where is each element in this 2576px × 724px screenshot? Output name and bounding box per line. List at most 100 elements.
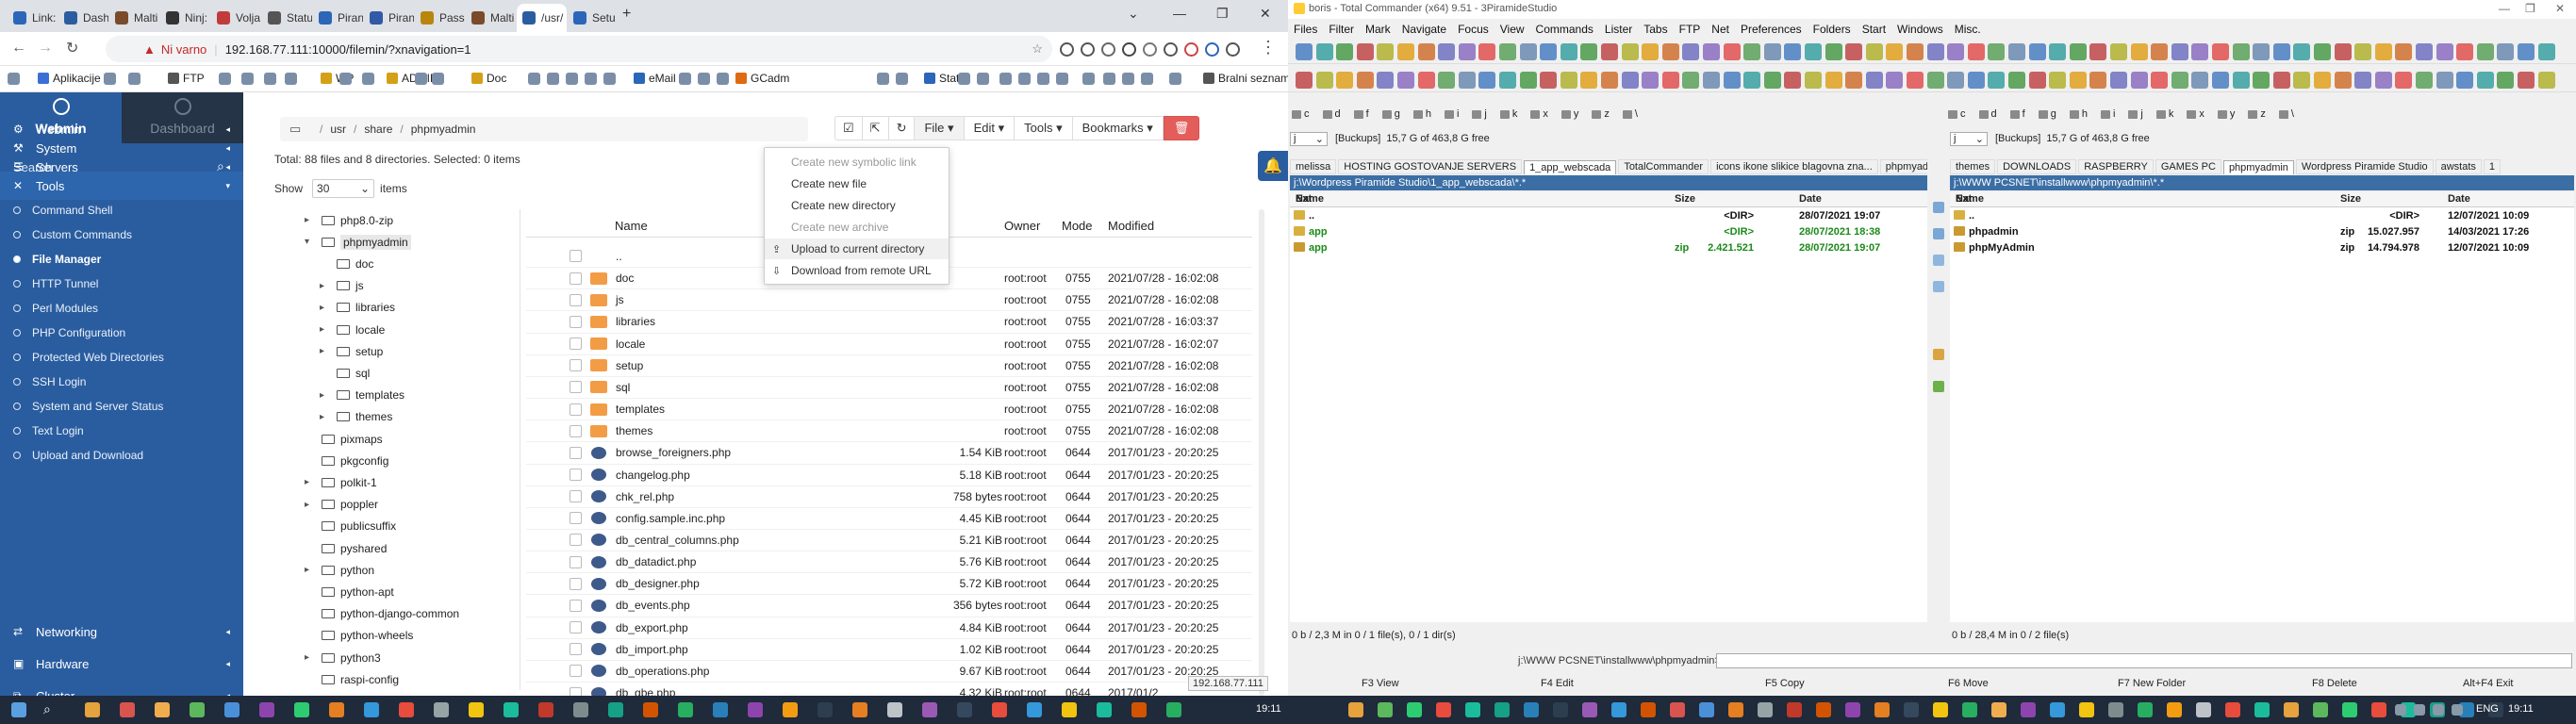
tc-toolbar-button[interactable] bbox=[1438, 43, 1456, 60]
tree-node[interactable]: ▸ php8.0-zip bbox=[305, 209, 393, 231]
sidebar-subitem[interactable]: System and Server Status bbox=[0, 395, 243, 418]
tc-toolbar-button[interactable] bbox=[1947, 72, 1965, 89]
tc-toolbar-button[interactable] bbox=[1886, 72, 1904, 89]
tc-toolbar-button[interactable] bbox=[1458, 72, 1476, 89]
tree-caret-icon[interactable]: ▾ bbox=[305, 237, 318, 247]
bookmark-item[interactable]: FTP bbox=[168, 72, 205, 85]
tc-toolbar-button[interactable] bbox=[2497, 43, 2515, 60]
function-key-button[interactable]: F7 New Folder bbox=[2118, 678, 2186, 689]
tc-toolbar-button[interactable] bbox=[2436, 43, 2453, 60]
tc-toolbar-button[interactable] bbox=[1703, 72, 1720, 89]
tc-toolbar-button[interactable] bbox=[2191, 72, 2209, 89]
panel-tab[interactable]: GAMES PC bbox=[2155, 159, 2221, 174]
file-name[interactable]: chk_rel.php bbox=[616, 490, 674, 503]
tc-toolbar-button[interactable] bbox=[1621, 72, 1639, 89]
taskbar-app-icon[interactable] bbox=[1670, 702, 1685, 717]
tc-toolbar-button[interactable] bbox=[1886, 43, 1904, 60]
breadcrumb-item[interactable]: usr bbox=[330, 123, 346, 136]
bookmark-favicon-icon[interactable] bbox=[104, 73, 116, 85]
tc-pack-icon[interactable] bbox=[1933, 349, 1944, 360]
tc-toolbar-button[interactable] bbox=[2008, 43, 2025, 60]
tc-toolbar-button[interactable] bbox=[2028, 72, 2046, 89]
bookmark-favicon-icon[interactable] bbox=[603, 73, 616, 85]
drive-button[interactable]: z bbox=[1592, 108, 1610, 120]
function-key-button[interactable]: F6 Move bbox=[1948, 678, 1989, 689]
column-mode[interactable]: Mode bbox=[1062, 219, 1093, 233]
bookmark-favicon-icon[interactable] bbox=[415, 73, 427, 85]
sidebar-item-hardware[interactable]: ▣ Hardware ◂ bbox=[0, 650, 243, 677]
tree-node[interactable]: python-wheels bbox=[305, 625, 413, 647]
bookmark-favicon-icon[interactable] bbox=[8, 73, 20, 85]
tc-toolbar-button[interactable] bbox=[2416, 43, 2433, 60]
tc-toolbar-button[interactable] bbox=[1743, 43, 1761, 60]
drive-button[interactable]: d bbox=[1978, 108, 1997, 120]
taskbar-app-icon[interactable] bbox=[224, 702, 239, 717]
tc-copy-path-icon[interactable] bbox=[1933, 228, 1944, 239]
tab-close-icon[interactable]: ✕ bbox=[260, 12, 261, 25]
tc-menu-item[interactable]: Preferences bbox=[1741, 23, 1802, 36]
tc-toolbar-button[interactable] bbox=[1763, 72, 1781, 89]
tc-toolbar-button[interactable] bbox=[1296, 72, 1313, 89]
file-name[interactable]: sql bbox=[616, 381, 630, 394]
panel-tab[interactable]: phpmyadr bbox=[1879, 159, 1927, 174]
tc-toolbar-button[interactable] bbox=[1417, 43, 1435, 60]
tc-toolbar-button[interactable] bbox=[2395, 72, 2413, 89]
tc-menu-item[interactable]: Files bbox=[1294, 23, 1317, 36]
taskbar-app-icon[interactable] bbox=[1816, 702, 1831, 717]
tc-toolbar-button[interactable] bbox=[1417, 72, 1435, 89]
tree-node[interactable]: pkgconfig bbox=[305, 450, 388, 471]
taskbar-app-icon[interactable] bbox=[1166, 702, 1181, 717]
bookmark-favicon-icon[interactable] bbox=[1141, 73, 1153, 85]
taskbar-app-icon[interactable] bbox=[1436, 702, 1451, 717]
tc-toolbar-button[interactable] bbox=[2171, 43, 2188, 60]
taskbar-app-icon[interactable] bbox=[329, 702, 344, 717]
taskbar-app-icon[interactable] bbox=[713, 702, 728, 717]
tc-toolbar-button[interactable] bbox=[1601, 72, 1618, 89]
drive-button[interactable]: c bbox=[1948, 108, 1966, 120]
tc-toolbar-button[interactable] bbox=[2151, 43, 2169, 60]
file-name[interactable]: db_import.php bbox=[616, 643, 688, 656]
tc-swap-icon[interactable] bbox=[1933, 202, 1944, 213]
panel-path[interactable]: j:\WWW PCSNET\installwww\phpmyadmin\*.* bbox=[1950, 175, 2574, 190]
bookmark-favicon-icon[interactable] bbox=[1169, 73, 1181, 85]
row-checkbox[interactable] bbox=[570, 665, 582, 678]
tc-menu-item[interactable]: Tabs bbox=[1643, 23, 1667, 36]
tc-toolbar-button[interactable] bbox=[1763, 43, 1781, 60]
tc-toolbar-button[interactable] bbox=[2334, 72, 2352, 89]
page-size-select[interactable]: 30 ⌄ bbox=[312, 179, 375, 198]
taskbar-app-icon[interactable] bbox=[1348, 702, 1363, 717]
taskbar-app-icon[interactable] bbox=[1553, 702, 1568, 717]
taskbar-app-icon[interactable] bbox=[120, 702, 135, 717]
taskbar-app-icon[interactable] bbox=[2254, 702, 2270, 717]
taskbar-app-icon[interactable] bbox=[2079, 702, 2094, 717]
tc-toolbar-button[interactable] bbox=[2293, 43, 2311, 60]
tc-toolbar-button[interactable] bbox=[2232, 43, 2250, 60]
row-checkbox[interactable] bbox=[570, 424, 582, 437]
tc-toolbar-button[interactable] bbox=[2028, 43, 2046, 60]
tc-toolbar-button[interactable] bbox=[1519, 72, 1537, 89]
panel-tab[interactable]: 1_app_webscada bbox=[1524, 159, 1617, 174]
tc-toolbar-button[interactable] bbox=[1825, 72, 1842, 89]
tc-toolbar-button[interactable] bbox=[1377, 72, 1395, 89]
share-icon[interactable]: ⇱ bbox=[862, 116, 889, 140]
tc-toolbar-button[interactable] bbox=[1580, 43, 1598, 60]
tab-8[interactable]: Pass✕ bbox=[415, 4, 465, 32]
tab-11[interactable]: Setu✕ bbox=[568, 4, 618, 32]
taskbar-app-icon[interactable] bbox=[678, 702, 693, 717]
tree-node[interactable]: python-django-common bbox=[305, 603, 459, 625]
drive-button[interactable]: h bbox=[1412, 108, 1431, 120]
drive-button[interactable]: g bbox=[1381, 108, 1400, 120]
tree-node[interactable]: ▸ python bbox=[305, 559, 374, 581]
bookmark-item[interactable]: GCadm bbox=[735, 72, 789, 85]
drive-select[interactable]: j ⌄ bbox=[1290, 131, 1328, 146]
tc-compare-icon[interactable] bbox=[1933, 255, 1944, 266]
tc-toolbar-button[interactable] bbox=[1540, 72, 1558, 89]
tc-toolbar-button[interactable] bbox=[2089, 72, 2107, 89]
tc-toolbar-button[interactable] bbox=[1315, 43, 1333, 60]
table-row[interactable]: db_export.php 4.84 KiB root:root 0644 2017/0… bbox=[526, 616, 1252, 638]
tc-toolbar-button[interactable] bbox=[2191, 43, 2209, 60]
drive-button[interactable]: x bbox=[1530, 108, 1548, 120]
taskbar-app-icon[interactable] bbox=[922, 702, 937, 717]
tree-node[interactable]: pixmaps bbox=[305, 428, 383, 450]
taskbar-app-icon[interactable] bbox=[364, 702, 379, 717]
